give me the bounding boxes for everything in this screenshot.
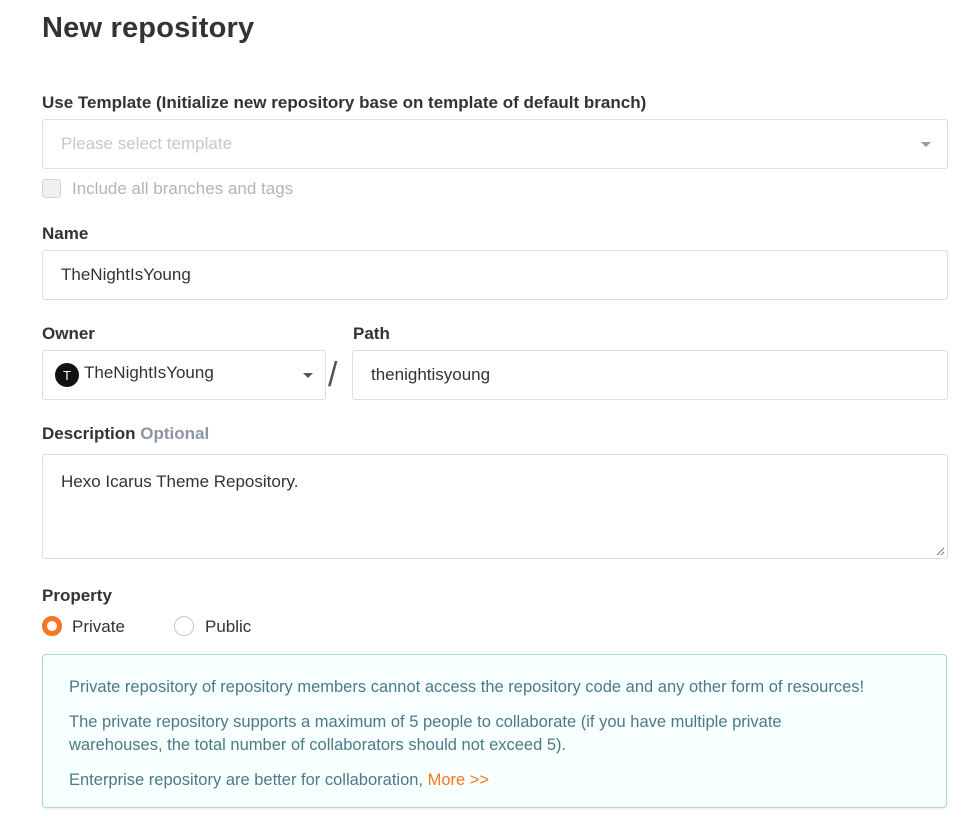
private-radio[interactable] [42,616,62,636]
path-input[interactable]: thenightisyoung [352,350,948,400]
public-radio-label: Public [205,617,252,636]
notice-line-1: Private repository of repository members… [69,678,865,696]
optional-tag: Optional [140,424,210,443]
template-select[interactable]: Please select template [42,119,948,169]
path-separator: / [328,356,338,394]
name-value: TheNightIsYoung [61,265,191,284]
description-label-text: Description [42,424,136,443]
include-branches-checkbox[interactable] [42,179,61,198]
notice-line-2a: The private repository supports a maximu… [69,713,782,731]
notice-line-2b: warehouses, the total number of collabor… [69,736,567,754]
notice-line-3: Enterprise repository are better for col… [69,768,489,792]
resize-handle-icon[interactable] [935,546,945,556]
owner-select[interactable]: T TheNightIsYoung [42,350,326,400]
name-input[interactable]: TheNightIsYoung [42,250,948,300]
private-radio-label: Private [72,617,125,636]
description-label: Description Optional [42,424,209,444]
chevron-down-icon [921,142,931,147]
name-label: Name [42,224,89,243]
chevron-down-icon [303,373,313,378]
description-value: Hexo Icarus Theme Repository. [61,472,299,491]
property-label: Property [42,586,112,605]
path-value: thenightisyoung [371,365,491,384]
include-branches-label: Include all branches and tags [72,179,294,198]
avatar: T [55,363,79,387]
template-label: Use Template (Initialize new repository … [42,93,647,112]
description-textarea[interactable]: Hexo Icarus Theme Repository. [42,454,948,559]
path-label: Path [353,324,390,343]
owner-label: Owner [42,324,95,343]
template-placeholder: Please select template [61,134,233,153]
private-repo-notice: Private repository of repository members… [42,654,947,808]
notice-line-3-text: Enterprise repository are better for col… [69,771,424,789]
page-title: New repository [42,12,255,44]
more-link[interactable]: More >> [428,771,489,789]
public-radio[interactable] [174,616,194,636]
owner-value: TheNightIsYoung [84,363,214,382]
